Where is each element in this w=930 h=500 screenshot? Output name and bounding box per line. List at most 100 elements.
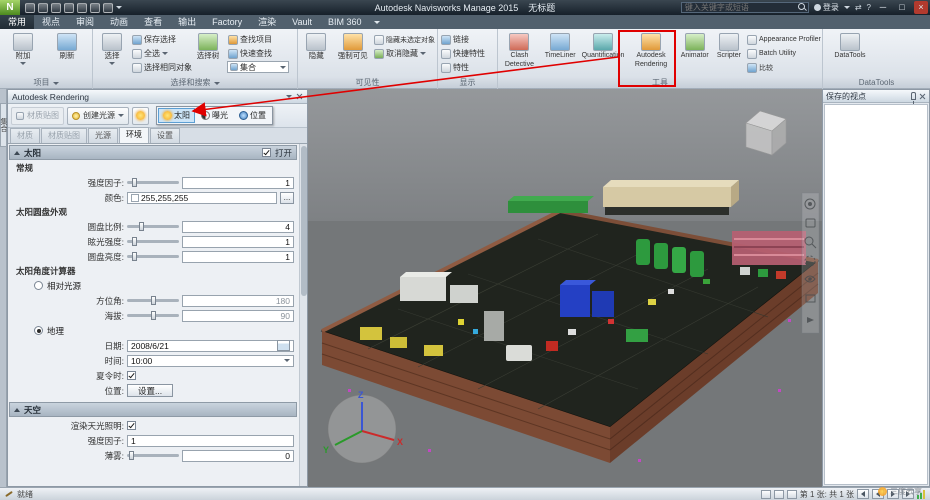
haze-value[interactable]: 0 (182, 449, 294, 462)
ribbon-options-caret-icon[interactable] (373, 20, 380, 24)
tab-vault[interactable]: Vault (284, 15, 320, 29)
pin-icon[interactable] (911, 92, 916, 104)
disk-brightness-slider[interactable] (127, 252, 179, 261)
sun-on-checkbox[interactable] (261, 148, 271, 157)
selection-tree-button[interactable]: 选择树 (191, 31, 225, 61)
date-value[interactable]: 2008/6/21 (127, 339, 294, 352)
intensity-slider[interactable] (127, 178, 179, 187)
refresh-tool-icon[interactable] (103, 2, 113, 13)
intensity-value[interactable]: 1 (182, 176, 294, 189)
relative-light-radio[interactable] (34, 281, 43, 290)
calendar-icon[interactable] (277, 340, 290, 351)
open-icon[interactable] (25, 2, 35, 13)
unhide-button[interactable]: 取消隐藏 (373, 47, 435, 60)
signin-caret-icon[interactable] (843, 6, 850, 9)
close-button[interactable]: × (914, 1, 928, 14)
undo-icon[interactable] (64, 2, 74, 13)
color-picker-button[interactable]: ... (280, 191, 294, 204)
autodesk-rendering-button[interactable]: Autodesk Rendering (626, 31, 675, 69)
quantification-button[interactable]: Quantification (582, 31, 624, 61)
maximize-button[interactable]: □ (895, 1, 909, 14)
scripter-button[interactable]: Scripter (714, 31, 744, 61)
redo-icon[interactable] (77, 2, 87, 13)
select-tool-icon[interactable] (90, 2, 100, 13)
tab-bim360[interactable]: BIM 360 (320, 15, 370, 29)
timeliner-button[interactable]: TimeLiner (541, 31, 580, 61)
tab-output[interactable]: 输出 (170, 15, 204, 29)
location-settings-button[interactable]: 设置... (127, 384, 174, 397)
tab-animation[interactable]: 动画 (102, 15, 136, 29)
exchange-apps-icon[interactable]: ⇄ (855, 3, 862, 12)
attach-button[interactable]: 附加 (2, 31, 44, 65)
tab-factory[interactable]: Factory (204, 15, 250, 29)
color-value[interactable]: 255,255,255 (127, 191, 277, 204)
quick-find-button[interactable]: 快速查找 (227, 47, 293, 60)
sign-in-button[interactable]: 登录 (813, 2, 839, 13)
layout-icon-1[interactable] (760, 489, 771, 499)
scene-view[interactable]: Z X Y (308, 89, 822, 487)
tab-settings[interactable]: 设置 (150, 128, 180, 143)
panel-close-icon[interactable] (296, 93, 303, 100)
saved-viewpoints-list[interactable] (824, 104, 928, 485)
tab-viewpoint[interactable]: 视点 (34, 15, 68, 29)
disk-scale-slider[interactable] (127, 222, 179, 231)
qat-dropdown-icon[interactable] (116, 6, 122, 9)
search-icon[interactable] (797, 3, 805, 12)
tab-environments[interactable]: 环境 (119, 127, 149, 143)
tab-material-mapping[interactable]: 材质贴图 (41, 128, 87, 143)
minimize-button[interactable]: ─ (876, 1, 890, 14)
first-sheet-button[interactable] (857, 489, 869, 499)
datatools-button[interactable]: DataTools (825, 31, 875, 61)
exposure-button[interactable]: 曝光 (196, 108, 233, 123)
select-all-button[interactable]: 全选 (131, 47, 189, 60)
sun-section-header[interactable]: 太阳 打开 (9, 145, 297, 160)
sky-intensity-value[interactable]: 1 (127, 434, 294, 447)
sun-button[interactable]: 太阳 (158, 108, 195, 123)
haze-slider[interactable] (127, 451, 179, 460)
properties-button[interactable]: 特性 (440, 61, 494, 74)
sky-section-header[interactable]: 天空 (9, 402, 297, 417)
glow-slider[interactable] (127, 237, 179, 246)
skylight-checkbox[interactable] (127, 421, 136, 430)
layout-icon-2[interactable] (773, 489, 784, 499)
sets-panel-tab[interactable]: 集合 (0, 103, 7, 147)
help-search-box[interactable] (680, 2, 809, 13)
hide-unselected-button[interactable]: 隐藏未选定对象 (373, 33, 435, 46)
tab-home[interactable]: 常用 (0, 15, 35, 29)
find-items-button[interactable]: 查找项目 (227, 33, 293, 46)
tab-review[interactable]: 审阅 (68, 15, 102, 29)
disk-scale-value[interactable]: 4 (182, 220, 294, 233)
tab-lighting[interactable]: 光源 (88, 128, 118, 143)
create-light-button[interactable]: 创建光源 (67, 106, 129, 125)
viewpoints-close-icon[interactable] (919, 93, 926, 100)
scrollbar-thumb[interactable] (301, 146, 307, 296)
azimuth-value[interactable]: 180 (182, 294, 294, 307)
dst-checkbox[interactable] (127, 371, 136, 380)
appearance-profiler-button[interactable]: Appearance Profiler (746, 33, 821, 46)
batch-utility-button[interactable]: Batch Utility (746, 47, 820, 60)
time-dropdown[interactable]: 10:00 (127, 354, 294, 367)
links-button[interactable]: 链接 (440, 33, 494, 46)
print-icon[interactable] (51, 2, 61, 13)
application-menu-button[interactable]: N (0, 0, 20, 15)
quick-properties-button[interactable]: 快捷特性 (440, 47, 494, 60)
hide-button[interactable]: 隐藏 (300, 31, 333, 61)
view-cube[interactable] (745, 110, 787, 156)
tab-render[interactable]: 渲染 (250, 15, 284, 29)
disk-brightness-value[interactable]: 1 (182, 250, 294, 263)
help-icon[interactable]: ? (867, 3, 871, 12)
azimuth-slider[interactable] (127, 296, 179, 305)
compare-button[interactable]: 比较 (746, 61, 820, 74)
search-input[interactable] (684, 3, 795, 12)
navigation-bar[interactable] (801, 192, 820, 334)
altitude-value[interactable]: 90 (182, 309, 294, 322)
glow-value[interactable]: 1 (182, 235, 294, 248)
material-mapping-button[interactable]: 材质贴图 (11, 106, 64, 125)
altitude-slider[interactable] (127, 311, 179, 320)
save-selection-button[interactable]: 保存选择 (131, 33, 189, 46)
save-icon[interactable] (38, 2, 48, 13)
select-same-button[interactable]: 选择相同对象 (131, 61, 192, 74)
geographic-radio[interactable] (34, 326, 43, 335)
tab-materials[interactable]: 材质 (10, 128, 40, 143)
tab-view[interactable]: 查看 (136, 15, 170, 29)
